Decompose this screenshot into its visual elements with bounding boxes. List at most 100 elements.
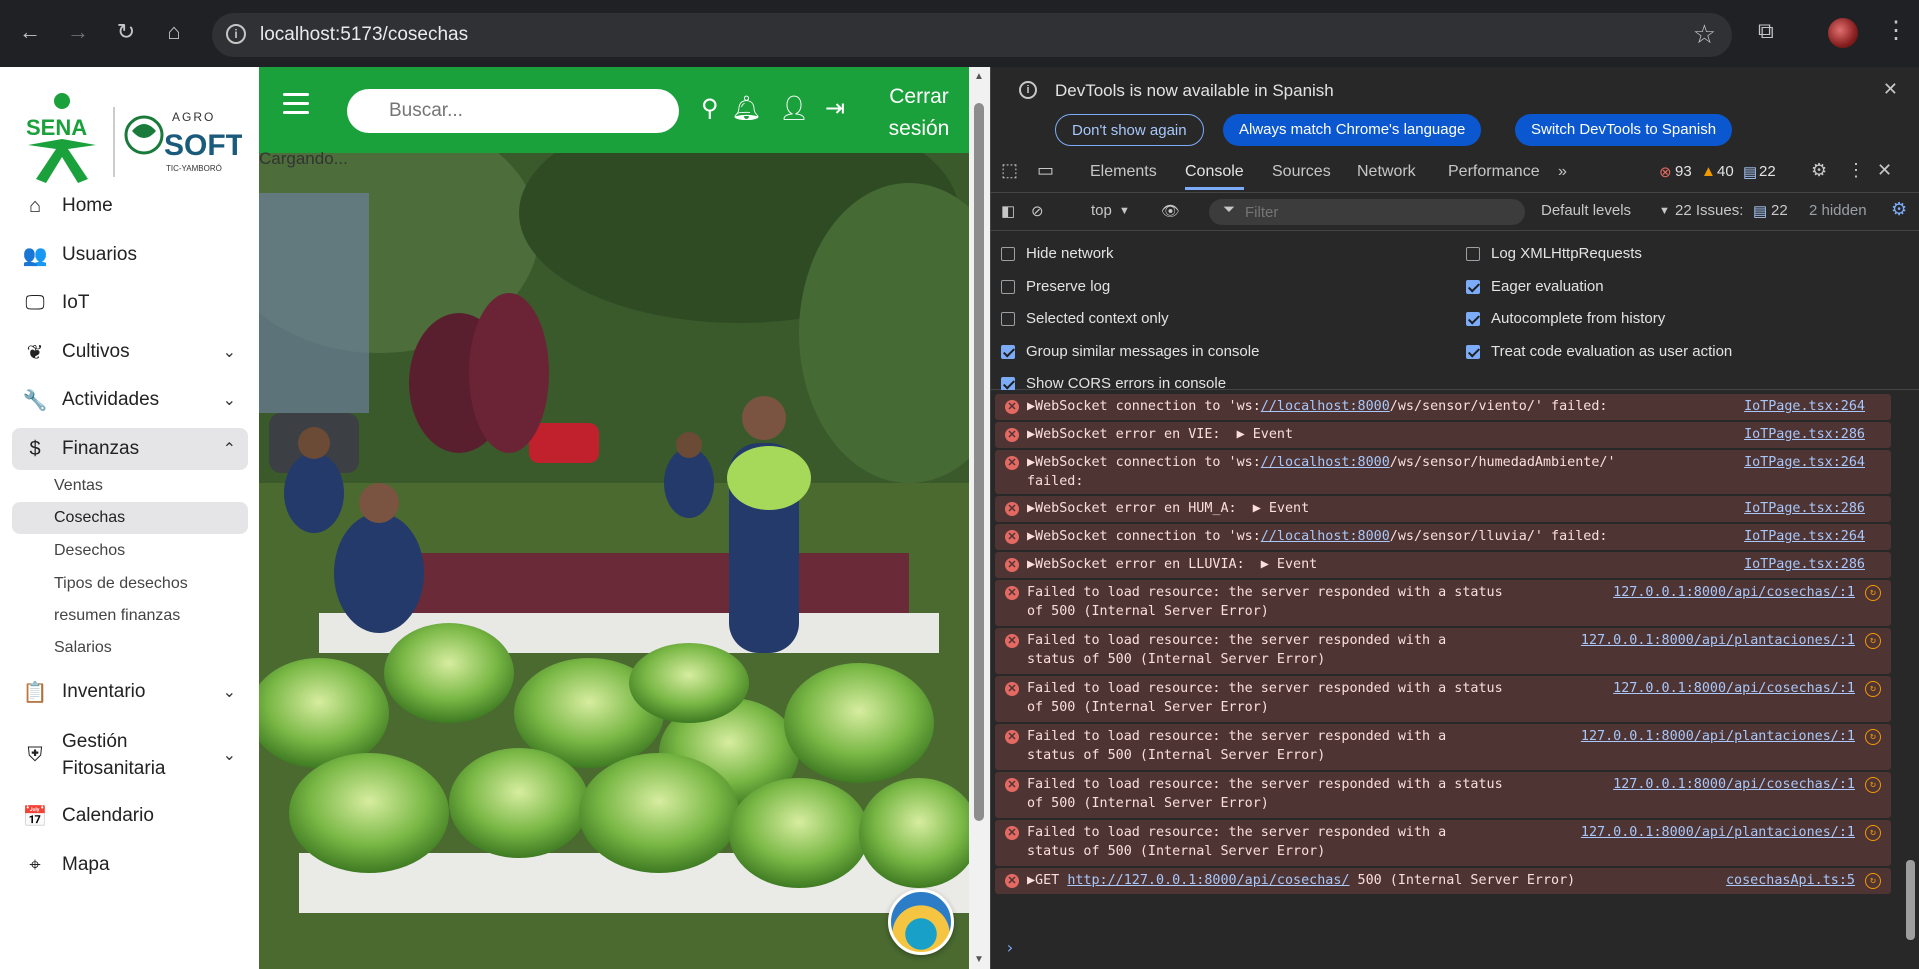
clear-console-icon[interactable]: ⊘: [1031, 202, 1044, 220]
reload-icon[interactable]: ↻: [112, 18, 140, 46]
close-devtools-icon[interactable]: ✕: [1877, 160, 1892, 181]
source-link[interactable]: 127.0.0.1:8000/api/cosechas/:1: [1613, 775, 1855, 794]
console-error-row[interactable]: ✕ Failed to load resource: the server re…: [995, 820, 1891, 866]
sidebar-item-cultivos[interactable]: ❦ Cultivos ⌄: [12, 331, 248, 373]
sidebar-item-mapa[interactable]: ⌖ Mapa: [12, 844, 248, 886]
forward-arrow-icon[interactable]: →: [64, 18, 92, 46]
network-request-icon[interactable]: ↻: [1865, 777, 1881, 793]
console-filter-input[interactable]: [1209, 199, 1525, 225]
console-prompt-icon[interactable]: ›: [1005, 938, 1015, 957]
scroll-up-arrow-icon[interactable]: ▲: [974, 71, 984, 82]
console-error-row[interactable]: ✕ ▶WebSocket error en LLUVIA: ▶ Event Io…: [995, 552, 1891, 578]
preserve-log-option[interactable]: Preserve log: [1001, 278, 1110, 295]
source-link[interactable]: 127.0.0.1:8000/api/plantaciones/:1: [1581, 727, 1855, 746]
checkbox-checked[interactable]: [1001, 344, 1015, 359]
source-link[interactable]: IoTPage.tsx:286: [1744, 499, 1865, 518]
console-error-row[interactable]: ✕ Failed to load resource: the server re…: [995, 580, 1891, 626]
source-link[interactable]: 127.0.0.1:8000/api/cosechas/:1: [1613, 679, 1855, 698]
browser-menu-icon[interactable]: ⋮: [1884, 16, 1908, 45]
message-count[interactable]: 22: [1759, 163, 1776, 180]
extensions-icon[interactable]: ⧉: [1758, 18, 1774, 44]
more-tabs-icon[interactable]: »: [1558, 163, 1567, 181]
url-text[interactable]: localhost:5173/cosechas: [260, 24, 468, 46]
source-link[interactable]: IoTPage.tsx:264: [1744, 527, 1865, 546]
source-link[interactable]: IoTPage.tsx:264: [1744, 397, 1865, 416]
context-selector[interactable]: top: [1091, 202, 1112, 219]
network-request-icon[interactable]: ↻: [1865, 729, 1881, 745]
console-error-row[interactable]: ✕ Failed to load resource: the server re…: [995, 772, 1891, 818]
logout-button[interactable]: Cerrar sesión: [879, 81, 959, 145]
checkbox-checked[interactable]: [1466, 311, 1480, 326]
page-scrollbar[interactable]: ▲ ▼: [969, 67, 990, 969]
console-error-row[interactable]: ✕ ▶GET http://127.0.0.1:8000/api/cosecha…: [995, 868, 1891, 894]
tab-elements[interactable]: Elements: [1090, 163, 1157, 181]
sidebar-sub-tipos-desechos[interactable]: Tipos de desechos: [54, 575, 188, 593]
sidebar-sub-cosechas[interactable]: Cosechas: [54, 509, 125, 527]
console-error-row[interactable]: ✕ ▶WebSocket connection to 'ws://localho…: [995, 394, 1891, 420]
source-link[interactable]: IoTPage.tsx:286: [1744, 425, 1865, 444]
checkbox[interactable]: [1466, 246, 1480, 261]
treat-eval-option[interactable]: Treat code evaluation as user action: [1466, 343, 1732, 360]
sidebar-toggle-icon[interactable]: ◧: [1001, 202, 1015, 220]
sidebar-sub-resumen-finanzas[interactable]: resumen finanzas: [54, 607, 180, 625]
message-link[interactable]: //localhost:8000: [1261, 399, 1390, 414]
message-count-icon[interactable]: ▤: [1743, 163, 1757, 181]
issues-icon[interactable]: ▤: [1753, 202, 1767, 220]
address-bar[interactable]: i localhost:5173/cosechas ☆: [212, 13, 1732, 57]
message-link[interactable]: //localhost:8000: [1261, 529, 1390, 544]
scrollbar-thumb[interactable]: [974, 103, 984, 821]
console-error-row[interactable]: ✕ ▶WebSocket error en HUM_A: ▶ Event IoT…: [995, 496, 1891, 522]
source-link[interactable]: 127.0.0.1:8000/api/cosechas/:1: [1613, 583, 1855, 602]
checkbox[interactable]: [1001, 279, 1015, 294]
bookmark-star-icon[interactable]: ☆: [1693, 19, 1716, 50]
selected-context-option[interactable]: Selected context only: [1001, 310, 1169, 327]
profile-avatar[interactable]: [1828, 18, 1858, 48]
warning-count[interactable]: 40: [1717, 163, 1734, 180]
sidebar-item-inventario[interactable]: 📋 Inventario ⌄: [12, 671, 248, 713]
sidebar-item-home[interactable]: ⌂ Home: [12, 185, 248, 227]
network-request-icon[interactable]: ↻: [1865, 873, 1881, 889]
palm-beach-badge-icon[interactable]: [888, 889, 954, 955]
tab-network[interactable]: Network: [1357, 163, 1416, 181]
issues-label[interactable]: 22 Issues:: [1675, 202, 1743, 219]
sidebar-sub-salarios[interactable]: Salarios: [54, 639, 112, 657]
issues-count[interactable]: 22: [1771, 202, 1788, 219]
scrollbar-thumb[interactable]: [1906, 860, 1915, 940]
network-request-icon[interactable]: ↻: [1865, 681, 1881, 697]
message-link[interactable]: //localhost:8000: [1261, 455, 1390, 470]
search-input[interactable]: [347, 89, 679, 133]
sidebar-sub-desechos[interactable]: Desechos: [54, 542, 125, 560]
console-error-row[interactable]: ✕ Failed to load resource: the server re…: [995, 676, 1891, 722]
tab-sources[interactable]: Sources: [1272, 163, 1331, 181]
close-icon[interactable]: ✕: [1883, 79, 1898, 100]
live-expression-eye-icon[interactable]: 👁︎: [1161, 202, 1180, 220]
switch-to-spanish-button[interactable]: Switch DevTools to Spanish: [1515, 114, 1733, 146]
always-match-language-button[interactable]: Always match Chrome's language: [1223, 114, 1482, 146]
settings-gear-icon[interactable]: ⚙: [1811, 160, 1827, 181]
checkbox-checked[interactable]: [1466, 344, 1480, 359]
context-dropdown-icon[interactable]: ▼: [1119, 205, 1130, 217]
checkbox[interactable]: [1001, 311, 1015, 326]
console-settings-icon[interactable]: ⚙: [1891, 199, 1907, 220]
console-error-row[interactable]: ✕ Failed to load resource: the server re…: [995, 628, 1891, 674]
source-link[interactable]: 127.0.0.1:8000/api/plantaciones/:1: [1581, 823, 1855, 842]
site-info-icon[interactable]: i: [226, 24, 246, 44]
eager-evaluation-option[interactable]: Eager evaluation: [1466, 278, 1604, 295]
search-icon[interactable]: ⚲: [701, 94, 719, 123]
console-error-row[interactable]: ✕ ▶WebSocket connection to 'ws://localho…: [995, 450, 1891, 494]
sidebar-item-usuarios[interactable]: 👥 Usuarios: [12, 234, 248, 276]
sidebar-item-gestion-fitosanitaria[interactable]: ⛨ Gestión Fitosanitaria ⌄: [12, 727, 248, 783]
source-link[interactable]: IoTPage.tsx:264: [1744, 453, 1865, 472]
logout-icon[interactable]: ⇥: [825, 94, 845, 123]
group-similar-option[interactable]: Group similar messages in console: [1001, 343, 1259, 360]
source-link[interactable]: cosechasApi.ts:5: [1726, 871, 1855, 890]
sidebar-sub-ventas[interactable]: Ventas: [54, 477, 103, 495]
scroll-down-arrow-icon[interactable]: ▼: [974, 954, 984, 965]
levels-dropdown-icon[interactable]: ▼: [1659, 205, 1670, 217]
console-scrollbar[interactable]: [1901, 390, 1919, 969]
checkbox-checked[interactable]: [1466, 279, 1480, 294]
checkbox-checked[interactable]: [1001, 376, 1015, 391]
sidebar-item-finanzas[interactable]: $ Finanzas ⌃: [12, 428, 248, 470]
inspect-element-icon[interactable]: ⬚: [1001, 160, 1018, 181]
tab-performance[interactable]: Performance: [1448, 163, 1540, 181]
